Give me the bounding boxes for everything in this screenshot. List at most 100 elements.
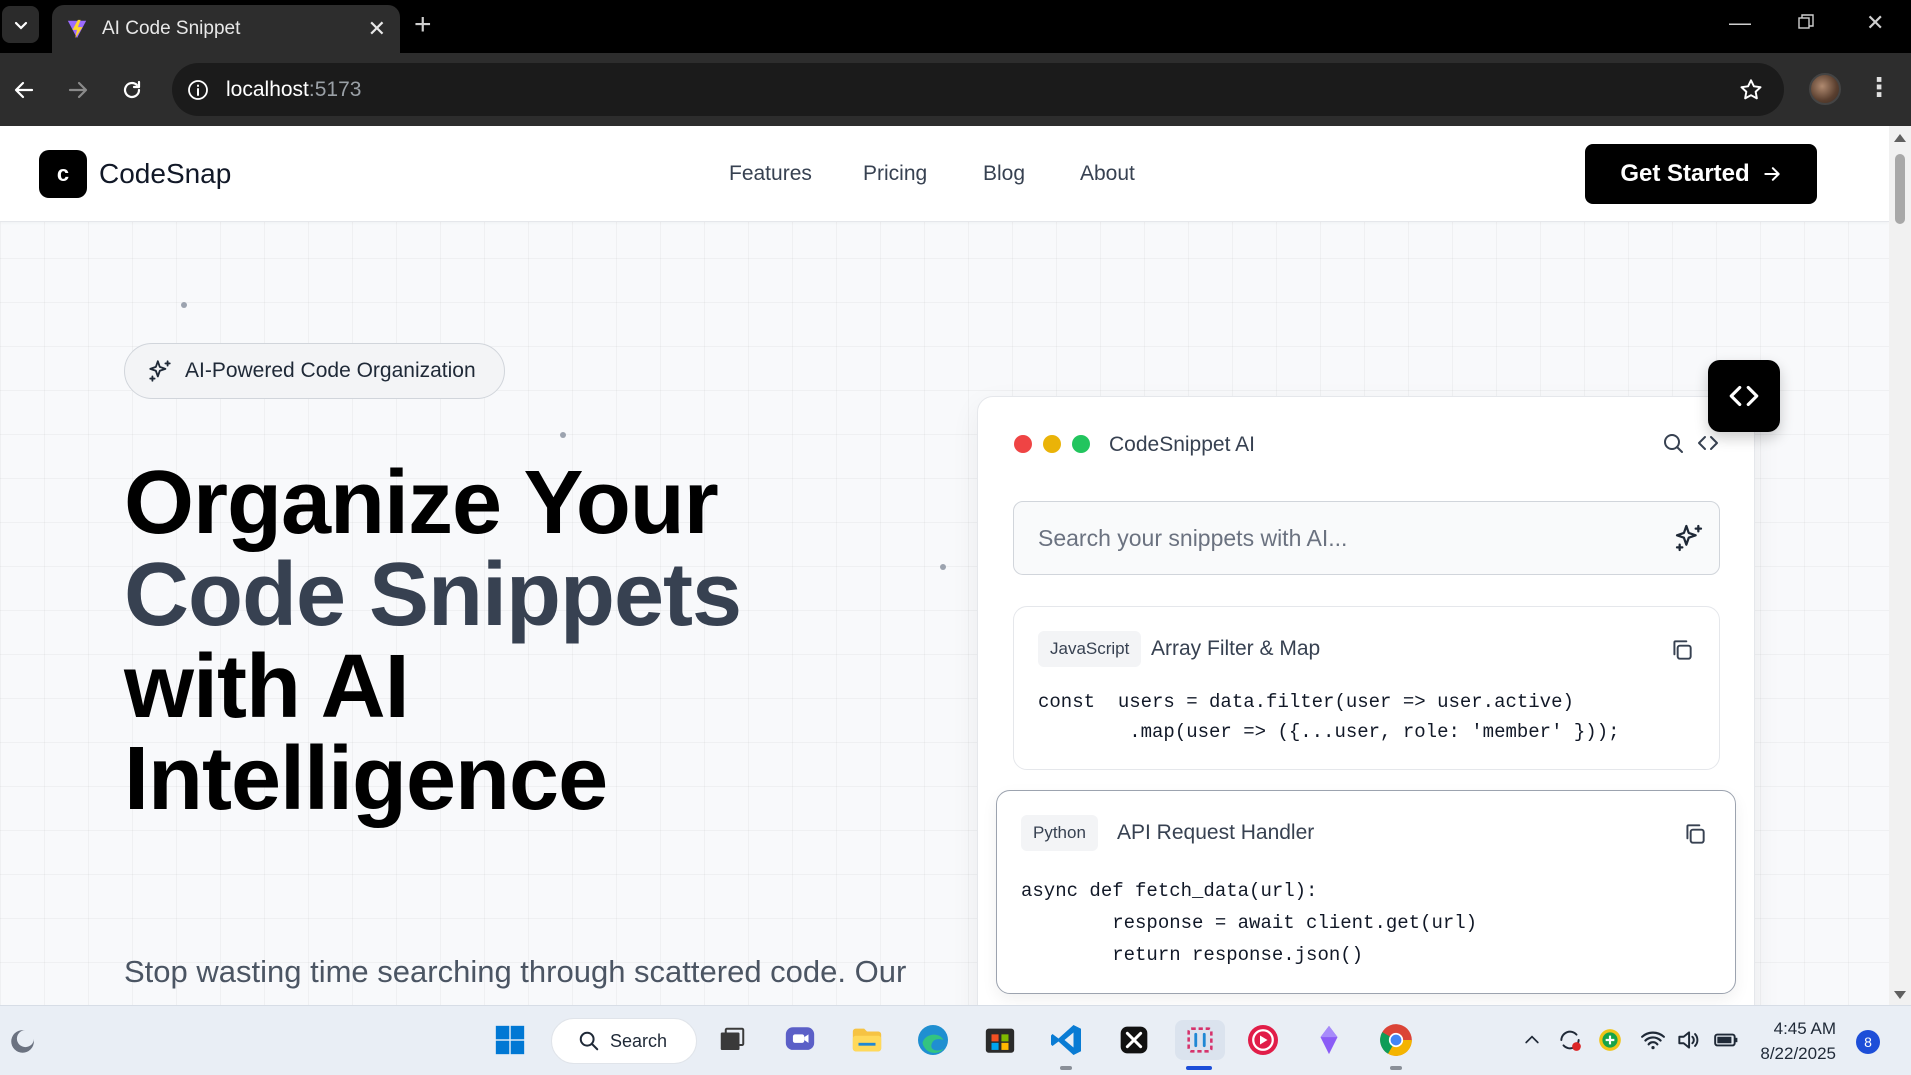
vite-logo-icon [67,19,87,39]
code-badge [1708,360,1780,432]
capcut-icon[interactable] [1114,1020,1154,1060]
snipping-tool-icon[interactable] [1175,1020,1225,1060]
window-dot-yellow [1043,435,1061,453]
search-icon[interactable] [1661,431,1685,455]
hero-subtitle: Stop wasting time searching through scat… [124,954,907,989]
get-started-label: Get Started [1620,160,1750,187]
minimize-icon[interactable]: — [1729,10,1751,36]
decor-dot [940,564,946,570]
code-block: async def fetch_data(url): response = aw… [1021,880,1478,966]
sparkles-icon [149,360,171,382]
windows-taskbar: Search 4:45 AM 8/22/2025 8 [0,1005,1911,1075]
back-button[interactable] [7,73,41,107]
address-bar[interactable]: localhost :5173 [172,63,1784,116]
nav-features[interactable]: Features [729,162,812,186]
get-started-button[interactable]: Get Started [1585,144,1817,204]
vscode-icon[interactable] [1046,1020,1086,1060]
nav-blog[interactable]: Blog [983,162,1025,186]
logo-mark[interactable]: c [39,150,87,198]
scroll-down-arrow[interactable] [1894,991,1906,999]
snippet-card[interactable]: JavaScript Array Filter & Map const user… [1013,606,1720,770]
hero-badge: AI-Powered Code Organization [124,343,505,399]
media-player-icon[interactable] [1243,1020,1283,1060]
search-icon [579,1031,599,1051]
nav-about[interactable]: About [1080,162,1135,186]
running-indicator [1060,1066,1072,1070]
file-explorer-icon[interactable] [847,1020,887,1060]
reload-icon [123,80,141,99]
decor-dot [560,432,566,438]
arrow-right-icon [1764,167,1780,181]
task-view-icon[interactable] [712,1020,752,1060]
sync-icon[interactable] [1555,1020,1585,1060]
snippet-card-hovered[interactable]: Python API Request Handler async def fet… [996,790,1736,994]
logo-text[interactable]: CodeSnap [99,158,231,190]
battery-icon[interactable] [1710,1020,1742,1060]
scroll-up-arrow[interactable] [1894,134,1906,142]
arrow-right-icon [68,81,88,99]
profile-avatar[interactable] [1809,73,1841,105]
browser-tab-bar: AI Code Snippet ✕ + — ✕ [0,0,1911,53]
snippet-search-input[interactable] [1038,524,1638,552]
chrome-icon[interactable] [1376,1020,1416,1060]
hero-title-line-1: Organize Your [124,453,719,553]
snippet-preview-panel: CodeSnippet AI JavaScript Array Filter &… [977,396,1755,1005]
window-dot-green [1072,435,1090,453]
tab-title: AI Code Snippet [102,18,241,39]
microsoft-store-icon[interactable] [980,1020,1020,1060]
page-scrollbar[interactable] [1889,126,1911,1005]
url-host: localhost [226,77,309,101]
language-tag: JavaScript [1038,631,1142,667]
copy-icon[interactable] [1682,821,1708,847]
copy-icon[interactable] [1669,637,1695,663]
language-tag: Python [1021,815,1098,851]
scroll-thumb[interactable] [1895,154,1905,224]
edge-browser-icon[interactable] [913,1020,953,1060]
hero-title-line-4: Intelligence [124,729,608,829]
start-windows-icon[interactable] [490,1020,530,1060]
hero-title-line-2: Code Snippets [124,545,742,645]
browser-menu-icon[interactable]: ⋮ [1866,72,1892,102]
forward-button[interactable] [61,73,95,107]
snippet-search-box[interactable] [1013,501,1720,575]
site-header: c CodeSnap Features Pricing Blog About G… [0,126,1889,222]
snippet-title: API Request Handler [1117,821,1315,844]
crystal-app-icon[interactable] [1309,1020,1349,1060]
panel-title: CodeSnippet AI [1109,433,1255,456]
restore-icon[interactable] [1798,10,1814,36]
code-block: const users = data.filter(user => user.a… [1038,691,1620,743]
new-tab-button[interactable]: + [414,8,432,42]
sparkles-icon[interactable] [1673,522,1705,554]
widgets-weather-icon[interactable] [6,1020,42,1060]
chevron-up-icon[interactable] [1520,1020,1544,1060]
hero-badge-text: AI-Powered Code Organization [185,359,476,382]
active-indicator [1186,1066,1212,1070]
clock-time[interactable]: 4:45 AM [1760,1019,1836,1039]
snippet-title: Array Filter & Map [1151,637,1321,660]
window-close-icon[interactable]: ✕ [1866,10,1884,36]
clock-date[interactable]: 8/22/2025 [1750,1044,1836,1064]
security-shield-icon[interactable] [1595,1020,1625,1060]
taskbar-search-label: Search [610,1030,668,1051]
hero-title: Organize Your Code Snippets with AI Inte… [124,457,742,825]
browser-tab-active[interactable]: AI Code Snippet ✕ [52,5,400,53]
chat-app-icon[interactable] [780,1020,820,1060]
site-info-icon[interactable] [186,78,210,102]
arrow-left-icon [14,81,34,99]
nav-pricing[interactable]: Pricing [863,162,927,186]
code-brackets-icon[interactable] [1695,431,1721,455]
notification-badge[interactable]: 8 [1856,1030,1880,1054]
browser-toolbar: localhost :5173 ⋮ [0,53,1911,126]
reload-button[interactable] [115,73,149,107]
running-indicator [1390,1066,1402,1070]
volume-icon[interactable] [1673,1020,1703,1060]
window-dot-red [1014,435,1032,453]
bookmark-star-icon[interactable] [1738,77,1764,103]
wifi-icon[interactable] [1638,1020,1668,1060]
tab-close-icon[interactable]: ✕ [368,18,386,40]
decor-dot [181,302,187,308]
taskbar-search[interactable]: Search [551,1018,697,1064]
url-port: :5173 [308,77,362,101]
chevron-down-icon [14,21,27,30]
tab-search-button[interactable] [2,6,39,43]
